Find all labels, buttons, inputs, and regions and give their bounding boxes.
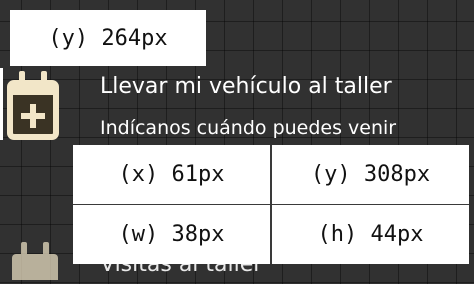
menu-item-title[interactable]: Llevar mi vehículo al taller bbox=[100, 74, 392, 99]
measure-y-label: (y) 264px bbox=[10, 10, 206, 66]
measure-w-label: (w) 38px bbox=[73, 205, 270, 264]
calendar-plus-icon[interactable] bbox=[5, 67, 65, 151]
selection-edge bbox=[0, 68, 3, 140]
measure-h-label: (h) 44px bbox=[272, 205, 469, 264]
menu-item-subtitle: Indícanos cuándo puedes venir bbox=[100, 117, 397, 139]
measure-x-label: (x) 61px bbox=[73, 145, 270, 204]
measure-grid: (x) 61px (y) 308px (w) 38px (h) 44px bbox=[73, 145, 469, 264]
calendar-icon[interactable] bbox=[7, 240, 67, 284]
measure-y-label: (y) 308px bbox=[272, 145, 469, 204]
